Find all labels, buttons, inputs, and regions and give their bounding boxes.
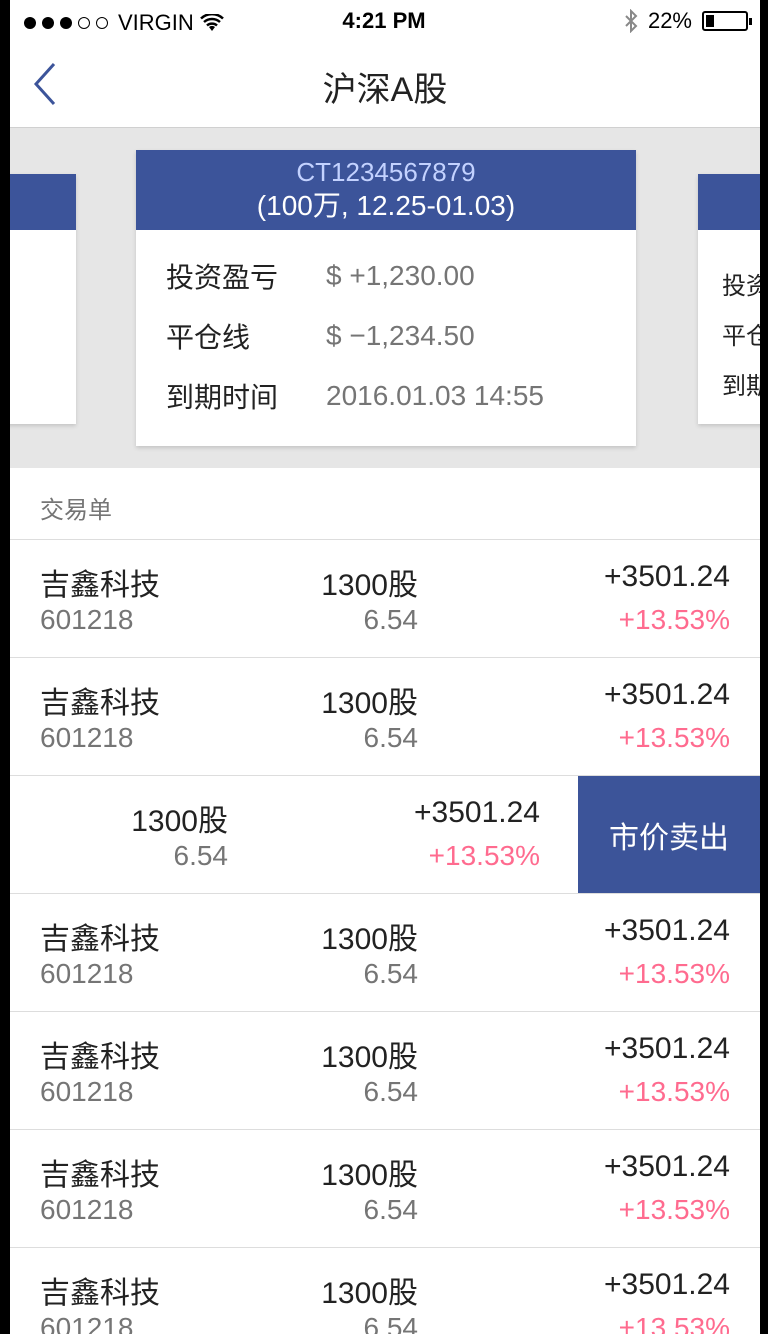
stock-code: 601218 — [40, 604, 134, 635]
stock-shares: 1300股 — [321, 1041, 418, 1074]
card-row-label: 到期时间 — [166, 382, 279, 413]
card-prev[interactable] — [10, 174, 76, 424]
stock-shares: 1300股 — [321, 569, 418, 602]
stock-price: 6.54 — [363, 1312, 419, 1334]
list-item[interactable]: 吉鑫科技 601218 1300股 6.54 +3501.24 +13.53% — [10, 894, 760, 1012]
battery-icon — [702, 11, 752, 31]
stock-code: 601218 — [40, 722, 134, 753]
stock-pct: +13.53% — [618, 958, 730, 989]
card-row-value: $ +1,230.00 — [326, 260, 475, 291]
card-row-value: $ −1,234.50 — [326, 320, 475, 351]
contract-code: CT1234567879 — [296, 157, 476, 187]
stock-code: 601218 — [40, 1076, 134, 1107]
card-next-label: 到期 — [722, 373, 760, 400]
card-row-value: 2016.01.03 14:55 — [326, 380, 544, 411]
stock-name: 吉鑫科技 — [40, 569, 160, 602]
list-item[interactable]: 吉鑫科技 601218 1300股 6.54 +3501.24 +13.53% — [10, 1248, 760, 1334]
section-label: 交易单 — [40, 497, 112, 524]
card-current[interactable]: CT1234567879 (100万, 12.25-01.03) 投资盈亏 $ … — [136, 150, 636, 446]
stock-pl: +3501.24 — [604, 1032, 730, 1065]
status-bar: VIRGIN 4:21 PM 22% — [10, 0, 760, 40]
stock-shares: 1300股 — [321, 923, 418, 956]
section-header: 交易单 — [10, 468, 760, 540]
stock-price: 6.54 — [363, 1194, 419, 1225]
stock-price: 6.54 — [363, 1076, 419, 1107]
card-header: CT1234567879 (100万, 12.25-01.03) — [136, 150, 636, 230]
stock-pct: +13.53% — [618, 1194, 730, 1225]
stock-shares: 1300股 — [321, 687, 418, 720]
list-item[interactable]: 吉鑫科技 601218 1300股 6.54 +3501.24 +13.53% — [10, 540, 760, 658]
stock-pl: +3501.24 — [604, 914, 730, 947]
page-title: 沪深A股 — [322, 71, 448, 109]
stock-name: 吉鑫科技 — [40, 1277, 160, 1310]
bluetooth-icon — [625, 9, 638, 33]
battery-percent: 22% — [647, 8, 692, 33]
stock-shares: 1300股 — [131, 805, 228, 838]
stock-pl: +3501.24 — [604, 678, 730, 711]
stock-pl: +3501.24 — [414, 796, 540, 829]
status-right: 22% — [624, 8, 752, 34]
stock-code: 601218 — [40, 1194, 134, 1225]
card-prev-header — [10, 174, 76, 230]
stock-shares: 1300股 — [321, 1159, 418, 1192]
stock-code: 601218 — [40, 958, 134, 989]
stock-price: 6.54 — [363, 722, 419, 753]
screen: VIRGIN 4:21 PM 22% 沪深A股 CT1234567879 (10… — [10, 0, 760, 1334]
list-item-swiped[interactable]: 1300股 6.54 +3501.24 +13.53% 市价卖出 — [10, 776, 760, 894]
stock-pct: +13.53% — [428, 840, 540, 871]
card-carousel[interactable]: CT1234567879 (100万, 12.25-01.03) 投资盈亏 $ … — [10, 128, 760, 468]
trade-list: 吉鑫科技 601218 1300股 6.54 +3501.24 +13.53% … — [10, 540, 760, 1334]
card-next-header — [698, 174, 760, 230]
card-row-stopline: 平仓线 $ −1,234.50 — [166, 316, 475, 356]
stock-pct: +13.53% — [618, 722, 730, 753]
stock-shares: 1300股 — [321, 1277, 418, 1310]
stock-pl: +3501.24 — [604, 560, 730, 593]
card-row-label: 平仓线 — [166, 322, 251, 353]
nav-bar: 沪深A股 — [10, 40, 760, 128]
battery-fill — [706, 15, 714, 27]
card-next[interactable]: 投资 平仓 到期 — [698, 174, 760, 424]
card-row-profit: 投资盈亏 $ +1,230.00 — [166, 256, 475, 296]
stock-pl: +3501.24 — [604, 1268, 730, 1301]
stock-pct: +13.53% — [618, 1312, 730, 1334]
stock-name: 吉鑫科技 — [40, 1159, 160, 1192]
list-item[interactable]: 吉鑫科技 601218 1300股 6.54 +3501.24 +13.53% — [10, 1130, 760, 1248]
card-row-expiry: 到期时间 2016.01.03 14:55 — [166, 376, 544, 416]
stock-name: 吉鑫科技 — [40, 687, 160, 720]
card-next-label: 投资 — [722, 273, 760, 300]
stock-pct: +13.53% — [618, 604, 730, 635]
card-row-label: 投资盈亏 — [166, 262, 279, 293]
stock-name: 吉鑫科技 — [40, 923, 160, 956]
list-item[interactable]: 吉鑫科技 601218 1300股 6.54 +3501.24 +13.53% — [10, 658, 760, 776]
stock-code: 601218 — [40, 1312, 134, 1334]
stock-pct: +13.53% — [618, 1076, 730, 1107]
market-sell-button[interactable]: 市价卖出 — [578, 776, 760, 893]
stock-price: 6.54 — [363, 958, 419, 989]
stock-name: 吉鑫科技 — [40, 1041, 160, 1074]
stock-price: 6.54 — [363, 604, 419, 635]
list-item[interactable]: 吉鑫科技 601218 1300股 6.54 +3501.24 +13.53% — [10, 1012, 760, 1130]
card-next-label: 平仓 — [722, 323, 760, 350]
stock-pl: +3501.24 — [604, 1150, 730, 1183]
stock-price: 6.54 — [173, 840, 229, 871]
contract-subtitle: (100万, 12.25-01.03) — [256, 190, 516, 221]
